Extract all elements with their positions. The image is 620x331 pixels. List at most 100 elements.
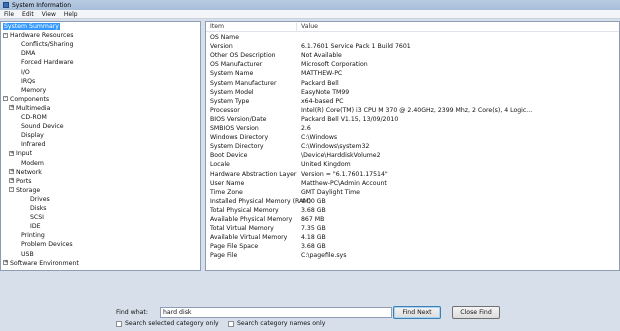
column-divider[interactable] bbox=[296, 23, 297, 31]
tree-item-label: Storage bbox=[16, 186, 41, 194]
table-row[interactable]: OS Manufacturer Microsoft Corporation bbox=[206, 60, 619, 69]
tree-item[interactable]: Sound Device bbox=[21, 122, 64, 131]
table-row[interactable]: Page File C:\pagefile.sys bbox=[206, 251, 619, 260]
tree-item[interactable]: - Components bbox=[3, 95, 49, 104]
category-tree[interactable]: System Summary - Hardware Resources Conflic… bbox=[0, 21, 201, 271]
tree-item[interactable]: + Network bbox=[9, 168, 42, 177]
expand-icon[interactable]: + bbox=[9, 178, 14, 184]
tree-item[interactable]: DMA bbox=[21, 49, 35, 58]
item-cell: Time Zone bbox=[210, 188, 243, 196]
tree-item[interactable]: IRQs bbox=[21, 77, 35, 86]
value-cell: 4.00 GB bbox=[301, 197, 326, 205]
table-row[interactable]: Processor Intel(R) Core(TM) i3 CPU M 370 … bbox=[206, 106, 619, 115]
tree-item-label: SCSI bbox=[30, 214, 45, 222]
tree-item[interactable]: + Ports bbox=[9, 177, 32, 186]
close-find-button[interactable]: Close Find bbox=[452, 306, 500, 319]
expand-icon[interactable]: + bbox=[9, 169, 14, 175]
checkbox-icon[interactable] bbox=[116, 320, 122, 327]
checkbox-icon[interactable] bbox=[228, 320, 234, 327]
tree-item[interactable]: + Input bbox=[9, 149, 32, 158]
column-header-value[interactable]: Value bbox=[301, 23, 318, 30]
table-row[interactable]: Available Virtual Memory 4.18 GB bbox=[206, 233, 619, 242]
find-input[interactable]: hard disk bbox=[160, 307, 392, 318]
table-row[interactable]: Installed Physical Memory (RAM) 4.00 GB bbox=[206, 197, 619, 206]
item-cell: Locale bbox=[210, 161, 230, 169]
menu-file[interactable]: File bbox=[0, 11, 18, 18]
tree-item[interactable]: SCSI bbox=[30, 213, 44, 222]
tree-item[interactable]: Problem Devices bbox=[21, 240, 73, 249]
value-cell: C:\pagefile.sys bbox=[301, 252, 347, 260]
tree-item[interactable]: - Storage bbox=[9, 186, 40, 195]
collapse-icon[interactable]: - bbox=[3, 32, 8, 38]
value-cell: Microsoft Corporation bbox=[301, 61, 368, 69]
item-cell: OS Name bbox=[210, 34, 240, 41]
tree-item-label: DMA bbox=[21, 50, 36, 58]
table-row[interactable]: SMBIOS Version 2.6 bbox=[206, 124, 619, 133]
table-row[interactable]: System Directory C:\Windows\system32 bbox=[206, 142, 619, 151]
tree-item[interactable]: - Hardware Resources bbox=[3, 31, 73, 40]
tree-item[interactable]: Conflicts/Sharing bbox=[21, 40, 74, 49]
menu-edit[interactable]: Edit bbox=[18, 11, 38, 18]
value-cell: Version = "6.1.7601.17514" bbox=[301, 170, 388, 178]
tree-item[interactable]: IDE bbox=[30, 222, 41, 231]
table-row[interactable]: Locale United Kingdom bbox=[206, 160, 619, 169]
table-row[interactable]: Page File Space 3.68 GB bbox=[206, 242, 619, 251]
tree-item[interactable]: Drives bbox=[30, 195, 50, 204]
expand-icon[interactable]: + bbox=[3, 260, 8, 266]
item-cell: Windows Directory bbox=[210, 134, 269, 142]
expand-icon[interactable]: + bbox=[9, 150, 14, 156]
table-row[interactable]: OS Name bbox=[206, 33, 619, 42]
table-row[interactable]: System Name MATTHEW-PC bbox=[206, 69, 619, 78]
item-cell: Available Virtual Memory bbox=[210, 234, 288, 242]
item-cell: SMBIOS Version bbox=[210, 125, 259, 132]
search-names-checkbox[interactable]: Search category names only bbox=[228, 320, 325, 327]
column-header-item[interactable]: Item bbox=[210, 23, 224, 30]
item-cell: Page File Space bbox=[210, 243, 259, 251]
tree-item[interactable]: Disks bbox=[30, 204, 47, 213]
table-row[interactable]: Windows Directory C:\Windows bbox=[206, 133, 619, 142]
item-cell: BIOS Version/Date bbox=[210, 115, 267, 123]
tree-item[interactable]: Printing bbox=[21, 231, 45, 240]
table-row[interactable]: Version 6.1.7601 Service Pack 1 Build 760… bbox=[206, 42, 619, 51]
table-row[interactable]: Available Physical Memory 867 MB bbox=[206, 215, 619, 224]
table-row[interactable]: Hardware Abstraction Layer Version = "6.1… bbox=[206, 170, 619, 179]
tree-item[interactable]: CD-ROM bbox=[21, 113, 47, 122]
collapse-icon[interactable]: - bbox=[3, 96, 8, 102]
tree-item[interactable]: + Multimedia bbox=[9, 104, 50, 113]
tree-item-label: USB bbox=[21, 250, 34, 258]
table-row[interactable]: BIOS Version/Date Packard Bell V1.15, 13/… bbox=[206, 115, 619, 124]
table-row[interactable]: Total Physical Memory 3.68 GB bbox=[206, 206, 619, 215]
tree-item[interactable]: Memory bbox=[21, 86, 46, 95]
table-row[interactable]: System Model EasyNote TM99 bbox=[206, 88, 619, 97]
tree-item[interactable]: USB bbox=[21, 250, 34, 259]
tree-item[interactable]: Modem bbox=[21, 159, 44, 168]
item-cell: Available Physical Memory bbox=[210, 216, 293, 223]
tree-item-label: Components bbox=[10, 95, 50, 103]
menu-help[interactable]: Help bbox=[60, 11, 82, 18]
menu-view[interactable]: View bbox=[38, 11, 60, 18]
find-next-button[interactable]: Find Next bbox=[393, 306, 441, 319]
tree-item[interactable]: I/O bbox=[21, 68, 30, 77]
find-label: Find what: bbox=[116, 309, 148, 316]
app-icon bbox=[3, 2, 9, 8]
value-cell: Packard Bell bbox=[301, 79, 339, 87]
search-names-label: Search category names only bbox=[237, 320, 326, 327]
tree-item[interactable]: System Summary bbox=[3, 22, 60, 31]
table-row[interactable]: System Manufacturer Packard Bell bbox=[206, 79, 619, 88]
tree-item[interactable]: Forced Hardware bbox=[21, 58, 74, 67]
table-row[interactable]: System Type x64-based PC bbox=[206, 97, 619, 106]
search-selected-checkbox[interactable]: Search selected category only bbox=[116, 320, 219, 327]
table-row[interactable]: User Name Matthew-PC\Admin Account bbox=[206, 179, 619, 188]
expand-icon[interactable]: + bbox=[9, 105, 14, 111]
table-row[interactable]: Boot Device \Device\HarddiskVolume2 bbox=[206, 151, 619, 160]
table-row[interactable]: Time Zone GMT Daylight Time bbox=[206, 188, 619, 197]
tree-item[interactable]: + Software Environment bbox=[3, 259, 79, 268]
tree-item[interactable]: Display bbox=[21, 131, 44, 140]
item-cell: System Manufacturer bbox=[210, 79, 277, 87]
table-row[interactable]: Total Virtual Memory 7.35 GB bbox=[206, 224, 619, 233]
collapse-icon[interactable]: - bbox=[9, 187, 14, 193]
details-panel: Item Value OS Name Version 6.1.7601 Servic… bbox=[205, 21, 620, 271]
tree-item[interactable]: Infrared bbox=[21, 140, 45, 149]
table-row[interactable]: Other OS Description Not Available bbox=[206, 51, 619, 60]
item-cell: Hardware Abstraction Layer bbox=[210, 170, 297, 178]
